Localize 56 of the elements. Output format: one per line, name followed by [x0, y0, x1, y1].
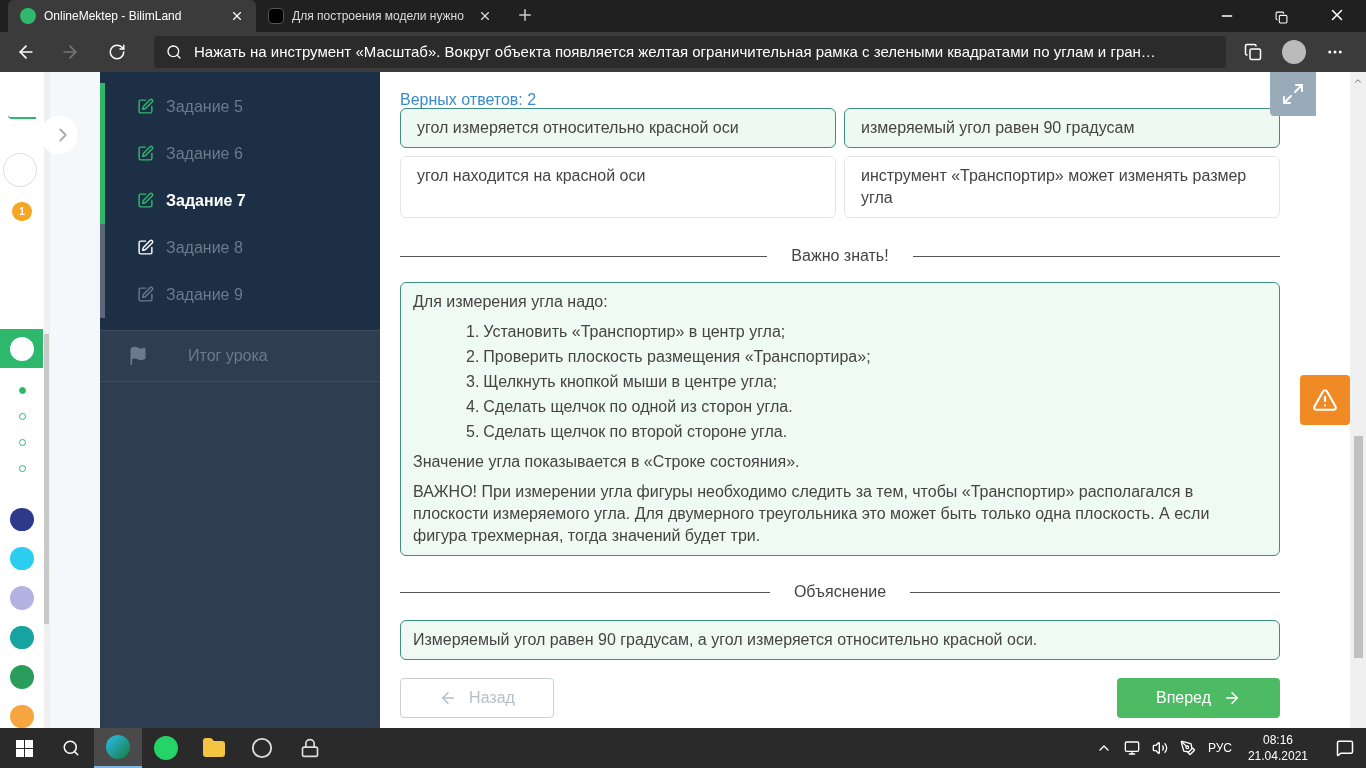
score-text: Верных ответов: 2: [400, 90, 538, 110]
pen-icon[interactable]: [1179, 740, 1196, 756]
clock-time[interactable]: 08:16: [1262, 732, 1293, 748]
notification-badge[interactable]: 1: [12, 201, 32, 222]
network-icon[interactable]: [1123, 740, 1140, 756]
next-button[interactable]: Вперед: [1117, 678, 1280, 718]
section-heading: Объяснение: [793, 582, 887, 602]
step-number: 3.: [466, 372, 480, 392]
site-logo-icon: [268, 8, 284, 24]
edit-icon: [137, 286, 154, 303]
notifications-icon[interactable]: [1336, 739, 1354, 757]
step-number: 2.: [466, 347, 480, 367]
close-icon[interactable]: [230, 9, 244, 23]
edit-icon: [137, 145, 154, 162]
answer-card: измеряемый угол равен 90 градусам: [844, 108, 1280, 148]
reload-icon[interactable]: [108, 43, 126, 61]
edit-icon: [137, 98, 154, 115]
answer-card: инструмент «Транспортир» может изменять размер угла: [844, 156, 1280, 218]
arrow-right-icon: [1223, 689, 1241, 707]
browser-tab[interactable]: Для построения модели нужно: [256, 0, 504, 32]
answer-card: угол измеряется относительно красной оси: [400, 108, 836, 148]
info-text: Для измерения угла надо:: [413, 292, 609, 312]
step-number: 4.: [466, 397, 480, 417]
flag-icon: [128, 346, 148, 366]
scroll-up-icon[interactable]: [1353, 76, 1363, 86]
answer-card: угол находится на красной оси: [400, 156, 836, 218]
step-text: Проверить плоскость размещения «Транспортира»;: [483, 347, 871, 367]
step-number: 5.: [466, 422, 480, 442]
edit-icon: [137, 239, 154, 256]
explanation-box: Измеряемый угол равен 90 градусам, а угол измеряется относительно красной оси.: [400, 620, 1280, 660]
search-icon[interactable]: [62, 739, 80, 757]
edit-icon: [137, 192, 154, 209]
close-icon[interactable]: [478, 9, 492, 23]
step-text: Сделать щелчок по одной из сторон угла.: [483, 397, 793, 417]
restore-icon[interactable]: [1275, 11, 1288, 24]
fullscreen-icon: [1281, 82, 1305, 106]
language-indicator[interactable]: РУС: [1207, 739, 1232, 757]
clock-date[interactable]: 21.04.2021: [1247, 748, 1308, 764]
step-number: 1.: [466, 322, 480, 342]
step-text: Сделать щелчок по второй стороне угла.: [483, 422, 788, 442]
warning-icon: [1312, 387, 1338, 413]
new-tab-icon[interactable]: [516, 6, 534, 24]
step-text: Установить «Транспортир» в центр угла;: [483, 322, 786, 342]
step-text: Щелкнуть кнопкой мыши в центре угла;: [483, 372, 777, 392]
info-text: ВАЖНО! При измерении угла фигуры необходимо следить за тем, чтобы «Транспортир» располагался в плоскости измеряемого угла. Для двумерного треугольника это может быть только одна плоскость. А если фигура трехмерная, тогда значений будет три.: [413, 482, 1211, 546]
address-bar[interactable]: Нажать на инструмент «Масштаб». Вокруг объекта появляется желтая ограничительная рамка с зелеными квадратами по углам и гран…: [154, 36, 1226, 68]
site-logo-icon: [20, 8, 36, 24]
browser-tab[interactable]: OnlineMektep - BilimLand: [8, 0, 256, 32]
collections-icon[interactable]: [1244, 43, 1262, 61]
volume-icon[interactable]: [1151, 740, 1168, 756]
section-heading: Важно знать!: [791, 246, 889, 266]
profile-avatar[interactable]: [1282, 40, 1306, 64]
scrollbar-thumb[interactable]: [1353, 436, 1363, 658]
summary-item[interactable]: Итог урока: [100, 330, 380, 382]
back-button[interactable]: Назад: [400, 678, 554, 718]
info-text: Значение угла показывается в «Строке состояния».: [413, 452, 801, 472]
